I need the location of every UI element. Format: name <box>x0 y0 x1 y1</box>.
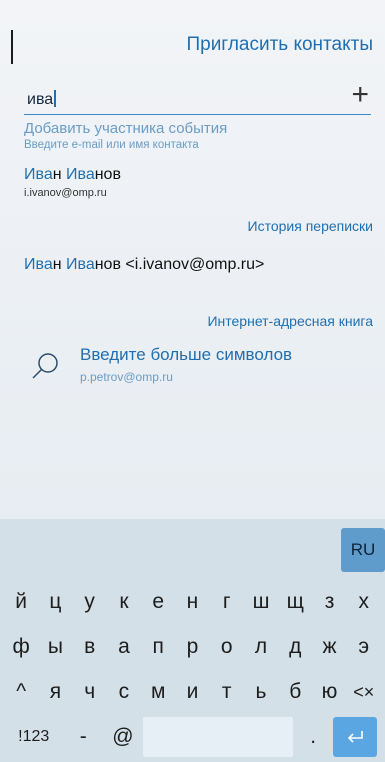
key[interactable]: э <box>347 626 381 668</box>
key[interactable]: ь <box>244 671 278 713</box>
key[interactable]: ы <box>38 626 72 668</box>
invite-contacts-screen: Пригласить контакты ива + Добавить участ… <box>0 0 385 762</box>
hint-title: Добавить участника события <box>24 120 228 137</box>
history-section-header: История переписки <box>247 218 373 234</box>
keyboard-row-3: ^ я ч с м и т ь б ю <× <box>0 671 385 713</box>
suggestion-subtitle: p.petrov@omp.ru <box>80 370 173 384</box>
key[interactable]: п <box>141 626 175 668</box>
key[interactable]: а <box>107 626 141 668</box>
history-item[interactable]: Иван Иванов <i.ivanov@omp.ru> <box>24 256 264 274</box>
key[interactable]: ю <box>312 671 346 713</box>
key[interactable]: г <box>210 581 244 623</box>
key[interactable]: б <box>278 671 312 713</box>
numbers-key[interactable]: !123 <box>4 716 63 758</box>
key[interactable]: е <box>141 581 175 623</box>
dash-key[interactable]: - <box>63 716 103 758</box>
add-icon[interactable]: + <box>351 80 369 110</box>
search-input[interactable]: ива + <box>24 80 371 115</box>
key[interactable]: д <box>278 626 312 668</box>
dot-key[interactable]: . <box>293 716 333 758</box>
backspace-key[interactable]: <× <box>347 671 381 713</box>
keyboard: RU й ц у к е н г ш щ з х ф ы в а п р о л… <box>0 519 385 762</box>
key[interactable]: о <box>210 626 244 668</box>
key[interactable]: л <box>244 626 278 668</box>
key[interactable]: к <box>107 581 141 623</box>
hint-subtitle: Введите e-mail или имя контакта <box>24 139 199 151</box>
keyboard-row-2: ф ы в а п р о л д ж э <box>0 626 385 668</box>
at-key[interactable]: @ <box>103 716 143 758</box>
key[interactable]: в <box>73 626 107 668</box>
key[interactable]: ф <box>4 626 38 668</box>
key[interactable]: и <box>175 671 209 713</box>
key[interactable]: ч <box>73 671 107 713</box>
keyboard-row-4: !123 - @ . <box>0 716 385 758</box>
contact-name: Иван Иванов <box>24 166 121 183</box>
enter-icon <box>347 731 363 743</box>
back-indicator[interactable] <box>11 30 13 64</box>
text-caret <box>54 90 56 107</box>
key[interactable]: у <box>73 581 107 623</box>
shift-key[interactable]: ^ <box>4 671 38 713</box>
contact-email: i.ivanov@omp.ru <box>24 187 107 199</box>
enter-key[interactable] <box>333 717 377 757</box>
suggestion-title: Введите больше символов <box>80 345 293 364</box>
search-icon <box>32 353 58 379</box>
key[interactable]: ц <box>38 581 72 623</box>
page-title: Пригласить контакты <box>186 34 373 55</box>
key[interactable]: р <box>175 626 209 668</box>
search-input-value[interactable]: ива <box>27 90 56 109</box>
key[interactable]: ш <box>244 581 278 623</box>
key[interactable]: я <box>38 671 72 713</box>
contact-item[interactable]: Иван Иванов i.ivanov@omp.ru <box>24 166 121 199</box>
internet-section-header: Интернет-адресная книга <box>207 313 373 329</box>
key[interactable]: ж <box>312 626 346 668</box>
key[interactable]: й <box>4 581 38 623</box>
language-key[interactable]: RU <box>341 528 385 572</box>
key[interactable]: с <box>107 671 141 713</box>
key[interactable]: н <box>175 581 209 623</box>
key[interactable]: м <box>141 671 175 713</box>
key[interactable]: т <box>210 671 244 713</box>
key[interactable]: щ <box>278 581 312 623</box>
keyboard-row-1: й ц у к е н г ш щ з х <box>0 581 385 623</box>
space-key[interactable] <box>142 717 294 757</box>
key[interactable]: х <box>347 581 381 623</box>
key[interactable]: з <box>312 581 346 623</box>
